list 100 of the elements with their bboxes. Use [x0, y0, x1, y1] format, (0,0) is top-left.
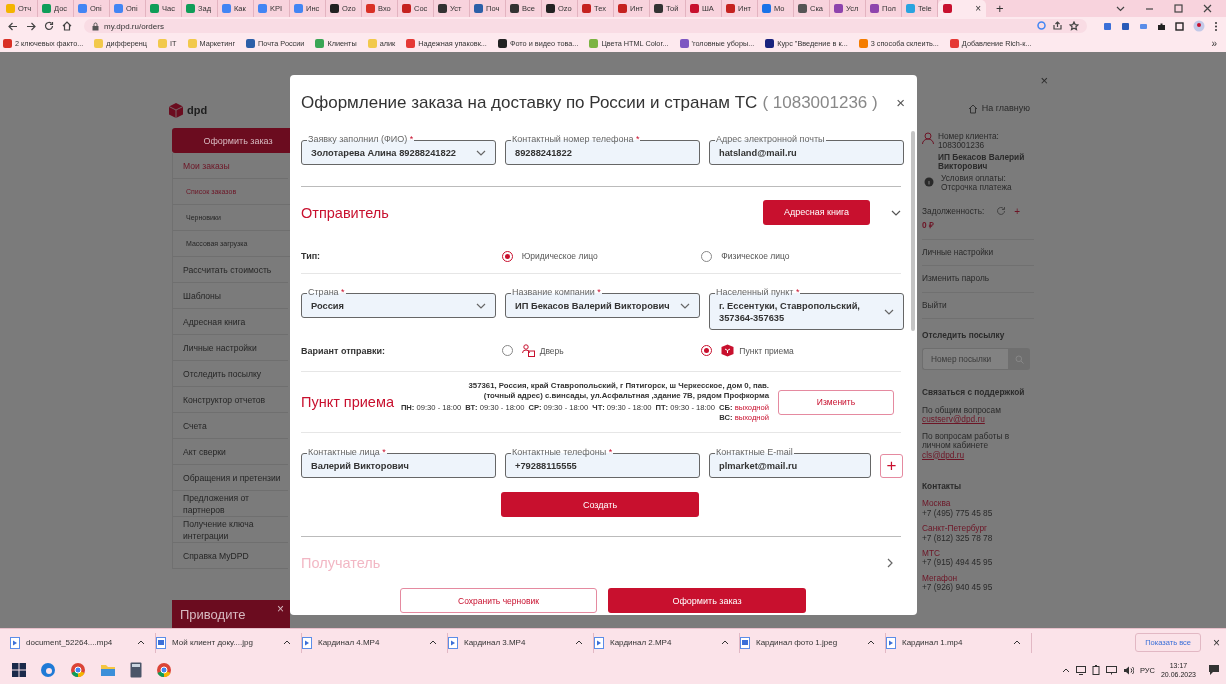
- chrome-icon[interactable]: [156, 662, 172, 678]
- address-book-button[interactable]: Адресная книга: [763, 199, 870, 225]
- browser-icon[interactable]: [40, 662, 56, 678]
- radio-option[interactable]: Юридическое лицо: [501, 250, 702, 262]
- field-label: Заявку заполнил (ФИО) *: [307, 134, 415, 145]
- sidebar-item[interactable]: Шаблоны: [173, 283, 288, 309]
- download-item[interactable]: Кардинал фото 1.jpeg: [740, 632, 886, 653]
- radio-option[interactable]: Пункт приема: [701, 344, 901, 357]
- input-field[interactable]: Контактный номер телефона * 89288241822: [505, 134, 700, 165]
- input-field[interactable]: Контактные телефоны * +79288115555: [505, 447, 700, 478]
- sidebar-item[interactable]: Конструктор отчетов: [173, 387, 288, 413]
- caret-up-icon[interactable]: [429, 640, 437, 645]
- client-name: ИП Бекасов Валерий Викторович: [938, 152, 1026, 172]
- info-icon: [924, 176, 934, 187]
- caret-up-icon[interactable]: [721, 640, 729, 645]
- sidebar-item[interactable]: Обращения и претензии: [173, 465, 288, 491]
- sidebar-icon[interactable]: [1175, 21, 1184, 31]
- sidebar-item[interactable]: Получение ключа интеграции: [173, 517, 288, 543]
- calculator-icon[interactable]: [130, 662, 142, 678]
- download-item[interactable]: Кардинал 2.MP4: [594, 632, 740, 653]
- city-name: Санкт-Петербург: [922, 523, 988, 534]
- save-draft-button[interactable]: Сохранить черновик: [400, 588, 597, 613]
- sidebar-item[interactable]: Рассчитать стоимость: [173, 257, 288, 283]
- input-field[interactable]: Адрес электронной почты hatsland@mail.ru: [709, 134, 904, 165]
- input-field[interactable]: Контактные лица * Валерий Викторович: [301, 447, 496, 478]
- sidebar-item[interactable]: Счета: [173, 413, 288, 439]
- close-tab-button[interactable]: ×: [975, 3, 981, 14]
- sidebar-item[interactable]: Адресная книга: [173, 309, 288, 335]
- field-label: Контактные E-mail: [715, 447, 794, 458]
- caret-up-icon[interactable]: [283, 640, 291, 645]
- home-link[interactable]: На главную: [918, 102, 1030, 116]
- download-item[interactable]: Кардинал 3.MP4: [448, 632, 594, 653]
- chrome-icon[interactable]: [70, 662, 86, 678]
- reload-icon[interactable]: [44, 21, 54, 31]
- caret-up-icon[interactable]: [1013, 640, 1021, 645]
- download-item[interactable]: Мой клиент доку....jpg: [156, 632, 302, 653]
- more-bookmarks-button[interactable]: »: [1211, 38, 1223, 49]
- battery-icon[interactable]: [1091, 665, 1100, 675]
- sidebar-item[interactable]: Акт сверки: [173, 439, 288, 465]
- close-button[interactable]: ×: [1213, 635, 1220, 650]
- submit-order-button[interactable]: Оформить заказ: [608, 588, 806, 613]
- video-file-icon: [594, 636, 604, 649]
- home-icon: [967, 104, 978, 114]
- field-label: Название компании *: [511, 287, 602, 298]
- account-link[interactable]: Изменить пароль: [922, 266, 1034, 293]
- share-icon[interactable]: [1053, 21, 1062, 30]
- sidebar-item[interactable]: Личные настройки: [173, 335, 288, 361]
- client-number: 1083001236: [938, 140, 985, 151]
- field-label: Контактный номер телефона *: [511, 134, 641, 145]
- account-link[interactable]: Личные настройки: [922, 239, 1034, 267]
- account-link[interactable]: Выйти: [922, 292, 1034, 320]
- download-item[interactable]: Кардинал 4.MP4: [302, 632, 448, 653]
- caret-up-icon[interactable]: [1061, 667, 1070, 673]
- cube-logo-icon: [169, 102, 183, 118]
- back-icon[interactable]: [8, 21, 18, 31]
- input-field[interactable]: Контактные E-mail plmarket@mail.ru: [709, 447, 871, 478]
- folder-icon[interactable]: [100, 663, 116, 677]
- new-tab-button[interactable]: +: [996, 1, 1004, 16]
- maximize-icon[interactable]: [1174, 4, 1183, 13]
- section-title: Отправитель: [301, 205, 389, 221]
- close-button[interactable]: ×: [277, 602, 284, 616]
- radio-option[interactable]: Физическое лицо: [701, 250, 901, 262]
- search-field[interactable]: Номер посылки: [922, 348, 1008, 371]
- close-icon[interactable]: [1203, 4, 1212, 13]
- sidebar-item[interactable]: Предложения от партнеров: [173, 491, 288, 517]
- star-icon[interactable]: [1069, 21, 1079, 31]
- field-label: Страна *: [307, 287, 346, 298]
- select-field[interactable]: Страна * Россия: [301, 287, 496, 318]
- video-file-icon: [448, 636, 458, 649]
- add-button[interactable]: +: [880, 454, 903, 478]
- chevron-down-icon[interactable]: [1116, 5, 1125, 12]
- field-label: Адрес электронной почты: [715, 134, 826, 145]
- sidebar-item[interactable]: Отследить посылку: [173, 361, 288, 387]
- chevron-down-icon: [476, 302, 486, 309]
- display-icon[interactable]: [1075, 665, 1086, 675]
- caret-up-icon[interactable]: [867, 640, 875, 645]
- download-item[interactable]: document_52264....mp4: [10, 632, 156, 653]
- close-button[interactable]: ×: [1040, 76, 1048, 86]
- create-button[interactable]: Создать: [501, 492, 699, 517]
- section-title: Связаться с поддержкой: [922, 388, 1026, 398]
- logo-text: dpd: [187, 104, 208, 116]
- avatar-icon[interactable]: [1193, 20, 1205, 32]
- forward-icon[interactable]: [26, 21, 36, 31]
- download-item[interactable]: Кардинал 1.mp4: [886, 632, 1032, 653]
- speaker-icon[interactable]: [1122, 665, 1134, 675]
- caret-up-icon[interactable]: [575, 640, 583, 645]
- browser-tab[interactable]: ×: [938, 0, 986, 17]
- order-number: ( 1083001236 ): [762, 92, 878, 113]
- home-icon[interactable]: [62, 21, 72, 31]
- windows-start-icon[interactable]: [12, 663, 26, 677]
- caret-up-icon[interactable]: [137, 640, 145, 645]
- radio-option[interactable]: Дверь: [501, 344, 702, 357]
- menu-icon[interactable]: [1214, 20, 1218, 32]
- change-button[interactable]: Изменить: [778, 389, 894, 415]
- sidebar-item[interactable]: Справка MyDPD: [173, 543, 288, 569]
- address-bar[interactable]: my.dpd.ru/orders: [84, 19, 1087, 33]
- close-button[interactable]: ×: [896, 94, 905, 111]
- select-field[interactable]: Название компании * ИП Бекасов Валерий Викторович: [505, 287, 700, 318]
- notification-icon[interactable]: [1208, 664, 1220, 676]
- select-field[interactable]: Населенный пункт * г. Ессентуки, Ставропольский, 357364-357635: [709, 287, 904, 330]
